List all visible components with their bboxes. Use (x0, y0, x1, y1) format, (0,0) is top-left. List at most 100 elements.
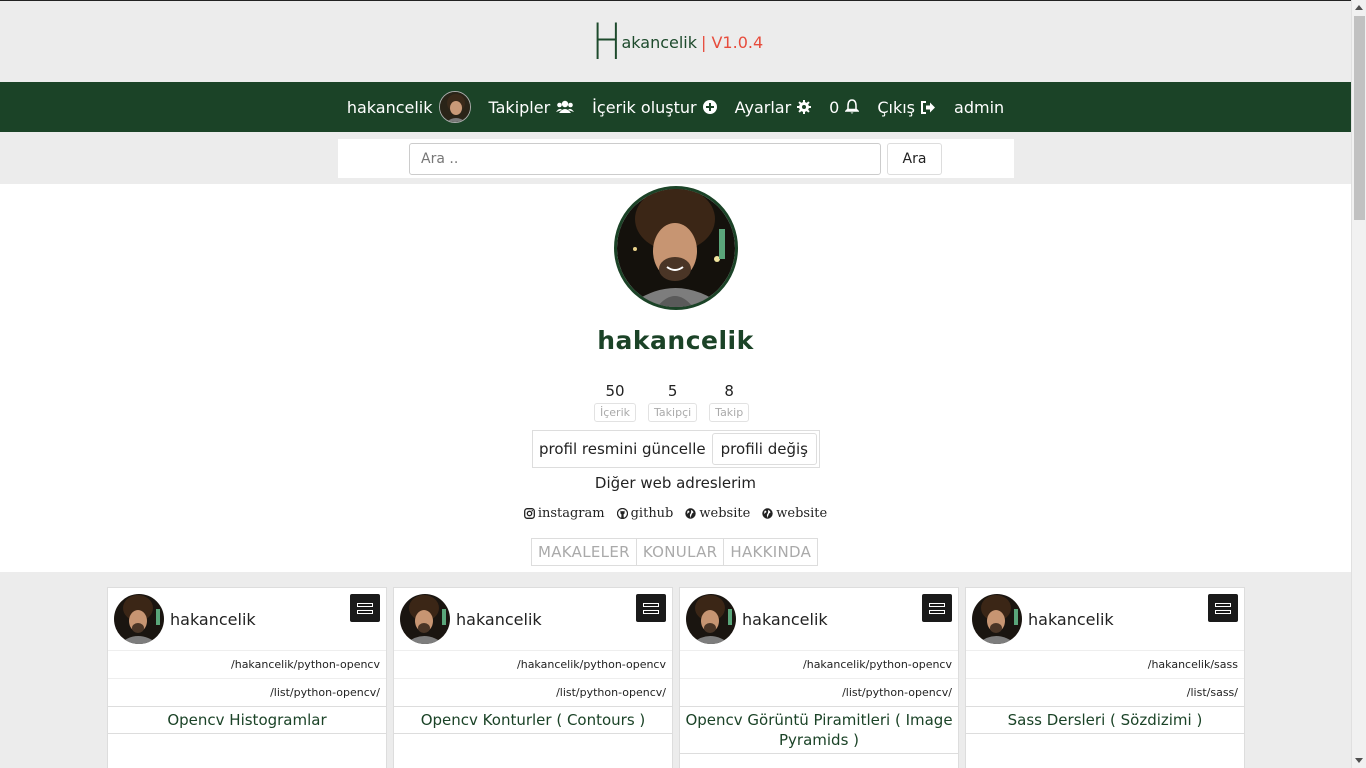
card-path[interactable]: /hakancelik/python-opencv (394, 650, 672, 678)
page-scrollbar[interactable] (1351, 0, 1366, 768)
scroll-up-arrow-icon[interactable] (1355, 5, 1363, 10)
avatar[interactable] (686, 594, 736, 644)
nav-profile[interactable]: hakancelik (347, 91, 471, 123)
card-menu-button[interactable] (636, 594, 666, 622)
profile-actions: profil resmini güncelle profili değiş (532, 430, 820, 468)
menu-bar (929, 609, 945, 614)
website-link-2[interactable]: website (762, 506, 827, 521)
card-title[interactable]: Opencv Histogramlar (108, 706, 386, 734)
content-card[interactable]: hakancelik /hakancelik/python-opencv /li… (679, 587, 959, 768)
instagram-icon (523, 508, 535, 519)
stat-following[interactable]: 8 Takip (709, 382, 750, 422)
profile-name: hakancelik (597, 326, 754, 355)
nav-settings[interactable]: Ayarlar (735, 98, 812, 117)
site-logo[interactable]: H akancelik | V1.0.4 (588, 12, 764, 71)
tab-about[interactable]: HAKKINDA (724, 539, 817, 565)
scroll-down-arrow-icon[interactable] (1355, 758, 1363, 763)
notification-count: 0 (829, 97, 840, 117)
scrollbar-thumb[interactable] (1354, 16, 1365, 220)
avatar-image (400, 594, 450, 644)
card-username[interactable]: hakancelik (742, 610, 828, 629)
search-input[interactable] (409, 143, 881, 175)
avatar-image (686, 594, 736, 644)
bell-icon (845, 99, 860, 114)
update-picture-link[interactable]: profil resmini güncelle (539, 440, 706, 458)
link-label: website (699, 506, 751, 521)
plus-circle-icon (702, 100, 717, 114)
card-list-path[interactable]: /list/python-opencv/ (680, 678, 958, 706)
stat-value: 50 (605, 382, 625, 400)
card-header: hakancelik (394, 588, 672, 650)
card-title[interactable]: Opencv Konturler ( Contours ) (394, 706, 672, 734)
nav-notifications[interactable]: 0 (829, 97, 860, 117)
card-title[interactable]: Opencv Görüntü Piramitleri ( Image Pyram… (680, 706, 958, 754)
profile-avatar[interactable] (614, 186, 738, 310)
nav-followers[interactable]: Takipler (489, 98, 575, 117)
card-username[interactable]: hakancelik (456, 610, 542, 629)
nav-logout-label: Çıkış (877, 97, 916, 117)
profile-photo (617, 189, 735, 307)
menu-bar (357, 602, 373, 607)
nav-settings-label: Ayarlar (734, 97, 792, 117)
link-label: github (630, 506, 674, 521)
globe-icon (685, 508, 697, 519)
nav-followers-label: Takipler (488, 97, 551, 117)
menu-bar (1215, 602, 1231, 607)
content-card[interactable]: hakancelik /hakancelik/python-opencv /li… (393, 587, 673, 768)
sign-out-icon (921, 100, 936, 114)
stat-followers[interactable]: 5 Takipçi (648, 382, 698, 422)
github-link[interactable]: github (616, 506, 674, 521)
avatar[interactable] (972, 594, 1022, 644)
search-button[interactable]: Ara (887, 143, 942, 175)
nav-logout[interactable]: Çıkış (877, 98, 936, 117)
avatar[interactable] (114, 594, 164, 644)
content-card[interactable]: hakancelik /hakancelik/python-opencv /li… (107, 587, 387, 768)
avatar-image (114, 594, 164, 644)
card-list-path[interactable]: /list/python-opencv/ (394, 678, 672, 706)
avatar-image (972, 594, 1022, 644)
gear-icon (797, 100, 812, 114)
nav-create-content[interactable]: İçerik oluştur (592, 97, 717, 117)
main-nav: hakancelik Takipler İçerik oluştur Ayarl… (0, 82, 1351, 132)
nav-admin[interactable]: admin (954, 98, 1004, 117)
card-username[interactable]: hakancelik (1028, 610, 1114, 629)
card-username[interactable]: hakancelik (170, 610, 256, 629)
card-list-path[interactable]: /list/sass/ (966, 678, 1244, 706)
card-path[interactable]: /hakancelik/python-opencv (108, 650, 386, 678)
menu-bar (643, 602, 659, 607)
stat-label: İçerik (594, 403, 637, 422)
globe-icon (762, 508, 773, 519)
tab-articles[interactable]: MAKALELER (532, 539, 637, 565)
website-link-1[interactable]: website (685, 506, 750, 521)
edit-profile-button[interactable]: profili değiş (711, 433, 817, 465)
menu-bar (1215, 609, 1231, 614)
card-path[interactable]: /hakancelik/sass (966, 650, 1244, 678)
stat-content[interactable]: 50 İçerik (594, 382, 637, 422)
version-label: | V1.0.4 (701, 32, 764, 52)
nav-create-label: İçerik oluştur (592, 97, 697, 117)
card-title[interactable]: Sass Dersleri ( Sözdizimi ) (966, 706, 1244, 734)
card-menu-button[interactable] (350, 594, 380, 622)
logo-letter: H (591, 12, 622, 71)
card-menu-button[interactable] (1208, 594, 1238, 622)
link-label: website (776, 506, 828, 521)
other-sites-heading: Diğer web adreslerim (594, 474, 757, 492)
stat-label: Takip (709, 403, 750, 422)
avatar[interactable] (400, 594, 450, 644)
menu-bar (643, 609, 659, 614)
stat-value: 5 (667, 382, 678, 400)
users-icon (556, 100, 575, 113)
content-card[interactable]: hakancelik /hakancelik/sass /list/sass/ … (965, 587, 1245, 768)
page: H akancelik | V1.0.4 hakancelik Takipler (0, 0, 1351, 768)
card-header: hakancelik (966, 588, 1244, 650)
card-menu-button[interactable] (922, 594, 952, 622)
stat-label: Takipçi (648, 403, 698, 422)
instagram-link[interactable]: instagram (523, 506, 605, 521)
card-path[interactable]: /hakancelik/python-opencv (680, 650, 958, 678)
avatar-image (439, 92, 470, 122)
menu-bar (929, 602, 945, 607)
card-list-path[interactable]: /list/python-opencv/ (108, 678, 386, 706)
profile-stats: 50 İçerik 5 Takipçi 8 Takip (594, 382, 750, 422)
tab-topics[interactable]: KONULAR (637, 539, 725, 565)
logo-text: akancelik (621, 32, 697, 52)
